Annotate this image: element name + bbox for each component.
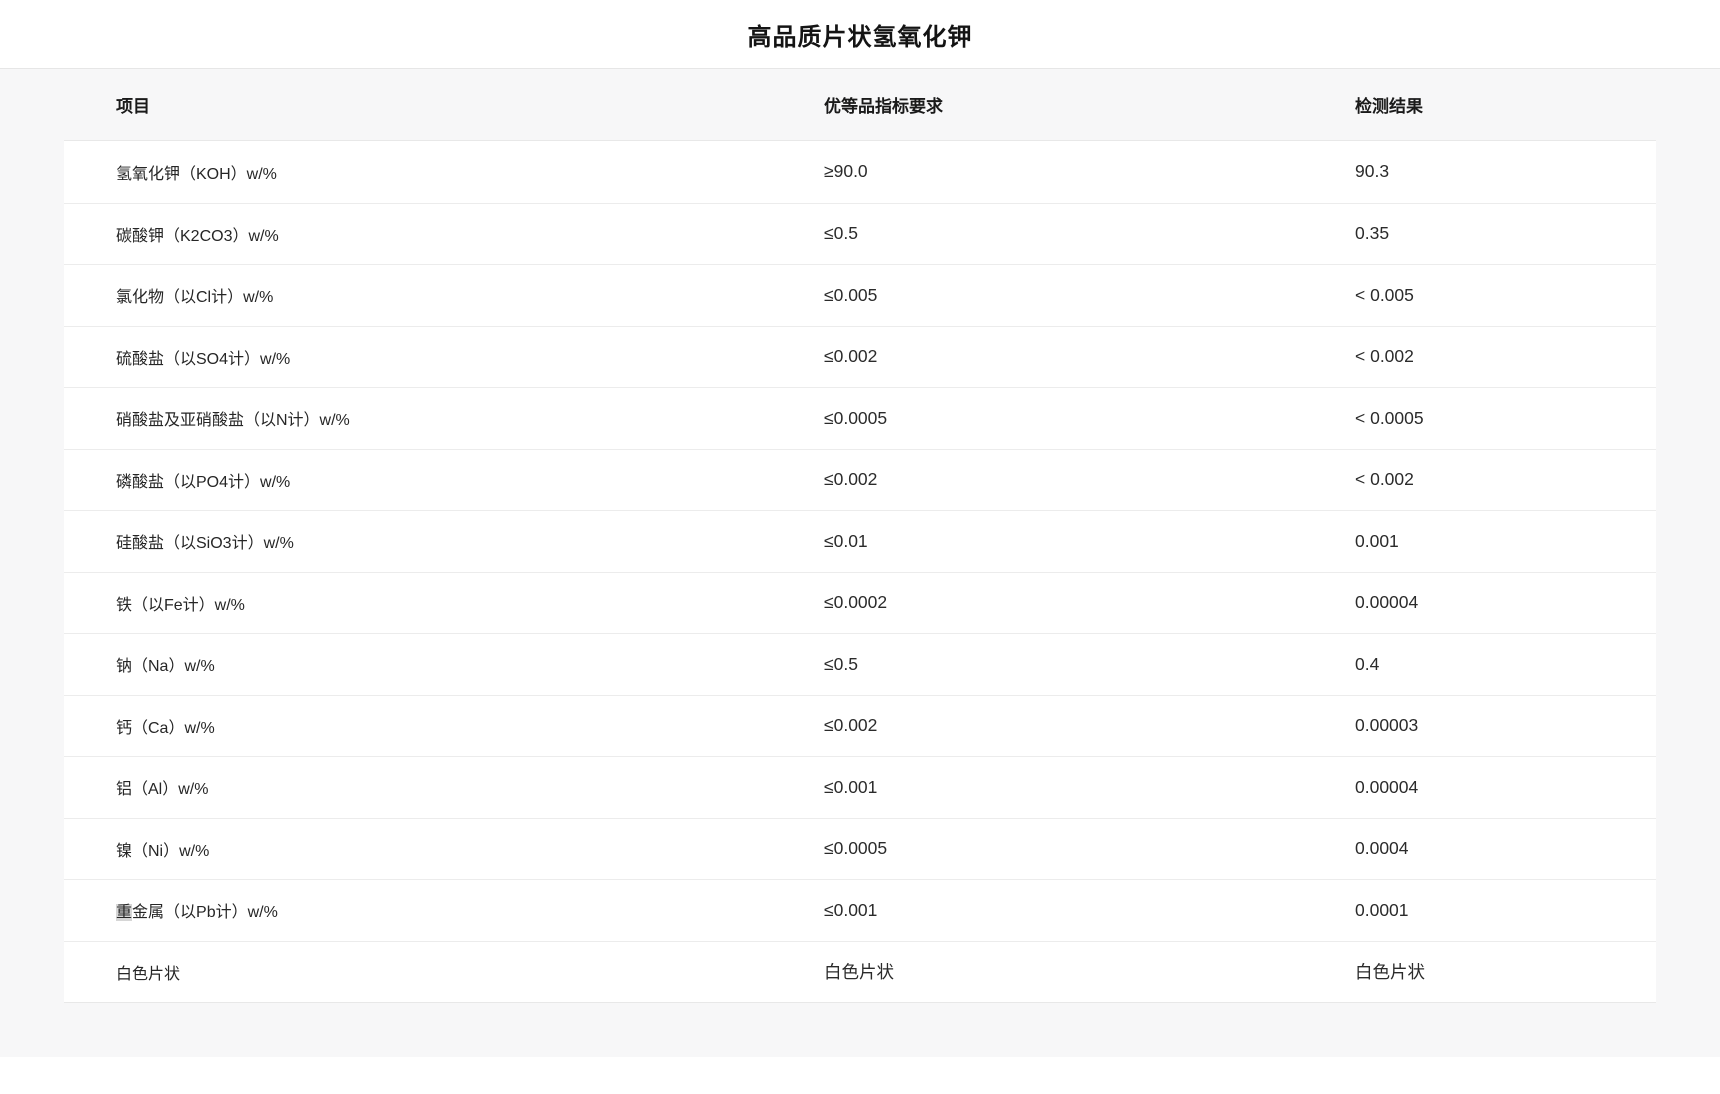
cell-result: 0.00004: [1303, 592, 1656, 613]
cell-result: < 0.002: [1303, 346, 1656, 367]
cell-requirement: ≤0.002: [772, 715, 1303, 736]
table-row: 钙（Ca）w/% ≤0.002 0.00003: [64, 695, 1656, 757]
table-row: 镍（Ni）w/% ≤0.0005 0.0004: [64, 818, 1656, 880]
cell-requirement: ≤0.001: [772, 777, 1303, 798]
table-row: 重金属（以Pb计）w/% ≤0.001 0.0001: [64, 879, 1656, 941]
table-row: 铁（以Fe计）w/% ≤0.0002 0.00004: [64, 572, 1656, 634]
cell-result: < 0.005: [1303, 285, 1656, 306]
cell-result: 0.0001: [1303, 900, 1656, 921]
cell-item-rest: 金属（以Pb计）w/%: [132, 904, 278, 921]
cell-requirement: ≤0.001: [772, 900, 1303, 921]
cell-item: 氢氧化钾（KOH）w/%: [64, 160, 772, 184]
table-row: 氯化物（以Cl计）w/% ≤0.005 < 0.005: [64, 264, 1656, 326]
cell-item: 重金属（以Pb计）w/%: [64, 898, 772, 922]
cell-item: 铝（Al）w/%: [64, 775, 772, 799]
header-cell-requirement: 优等品指标要求: [772, 92, 1303, 117]
cell-requirement: ≤0.0002: [772, 592, 1303, 613]
cell-requirement: ≤0.01: [772, 531, 1303, 552]
cell-requirement: ≤0.002: [772, 346, 1303, 367]
cell-result: 0.4: [1303, 654, 1656, 675]
table-row: 硝酸盐及亚硝酸盐（以N计）w/% ≤0.0005 < 0.0005: [64, 387, 1656, 449]
header-cell-item: 项目: [64, 92, 772, 117]
table-row: 白色片状 白色片状 白色片状: [64, 941, 1656, 1003]
cell-item: 钙（Ca）w/%: [64, 714, 772, 738]
cell-requirement: ≤0.005: [772, 285, 1303, 306]
cell-item: 碳酸钾（K2CO3）w/%: [64, 222, 772, 246]
cell-item: 白色片状: [64, 960, 772, 984]
table-body: 氢氧化钾（KOH）w/% ≥90.0 90.3 碳酸钾（K2CO3）w/% ≤0…: [64, 140, 1656, 1003]
spec-page: 高品质片状氢氧化钾 项目 优等品指标要求 检测结果 氢氧化钾（KOH）w/% ≥…: [0, 0, 1720, 1094]
header-cell-result: 检测结果: [1303, 92, 1656, 117]
cell-item: 硅酸盐（以SiO3计）w/%: [64, 529, 772, 553]
table-row: 氢氧化钾（KOH）w/% ≥90.0 90.3: [64, 141, 1656, 203]
cell-item: 铁（以Fe计）w/%: [64, 591, 772, 615]
table-header-row: 项目 优等品指标要求 检测结果: [64, 69, 1656, 140]
cell-requirement: ≤0.5: [772, 223, 1303, 244]
page-title: 高品质片状氢氧化钾: [748, 17, 973, 52]
cell-requirement: 白色片状: [772, 959, 1303, 984]
cell-item: 钠（Na）w/%: [64, 652, 772, 676]
cell-requirement: ≥90.0: [772, 161, 1303, 182]
cell-result: 0.35: [1303, 223, 1656, 244]
cell-result: < 0.002: [1303, 469, 1656, 490]
cell-item: 氯化物（以Cl计）w/%: [64, 283, 772, 307]
page-title-bar: 高品质片状氢氧化钾: [0, 0, 1720, 69]
table-row: 碳酸钾（K2CO3）w/% ≤0.5 0.35: [64, 203, 1656, 265]
cell-item: 硫酸盐（以SO4计）w/%: [64, 345, 772, 369]
highlighted-char: 重: [116, 904, 132, 921]
cell-result: 90.3: [1303, 161, 1656, 182]
cell-result: 0.00003: [1303, 715, 1656, 736]
cell-result: < 0.0005: [1303, 408, 1656, 429]
cell-requirement: ≤0.002: [772, 469, 1303, 490]
table-row: 硅酸盐（以SiO3计）w/% ≤0.01 0.001: [64, 510, 1656, 572]
table-row: 铝（Al）w/% ≤0.001 0.00004: [64, 756, 1656, 818]
cell-result: 0.00004: [1303, 777, 1656, 798]
cell-item: 镍（Ni）w/%: [64, 837, 772, 861]
cell-requirement: ≤0.0005: [772, 408, 1303, 429]
cell-result: 0.001: [1303, 531, 1656, 552]
cell-item: 磷酸盐（以PO4计）w/%: [64, 468, 772, 492]
table-row: 硫酸盐（以SO4计）w/% ≤0.002 < 0.002: [64, 326, 1656, 388]
table-row: 磷酸盐（以PO4计）w/% ≤0.002 < 0.002: [64, 449, 1656, 511]
cell-item: 硝酸盐及亚硝酸盐（以N计）w/%: [64, 406, 772, 430]
cell-result: 0.0004: [1303, 838, 1656, 859]
table-row: 钠（Na）w/% ≤0.5 0.4: [64, 633, 1656, 695]
spec-table-section: 项目 优等品指标要求 检测结果 氢氧化钾（KOH）w/% ≥90.0 90.3 …: [0, 69, 1720, 1057]
cell-result: 白色片状: [1303, 959, 1656, 984]
cell-requirement: ≤0.0005: [772, 838, 1303, 859]
cell-requirement: ≤0.5: [772, 654, 1303, 675]
